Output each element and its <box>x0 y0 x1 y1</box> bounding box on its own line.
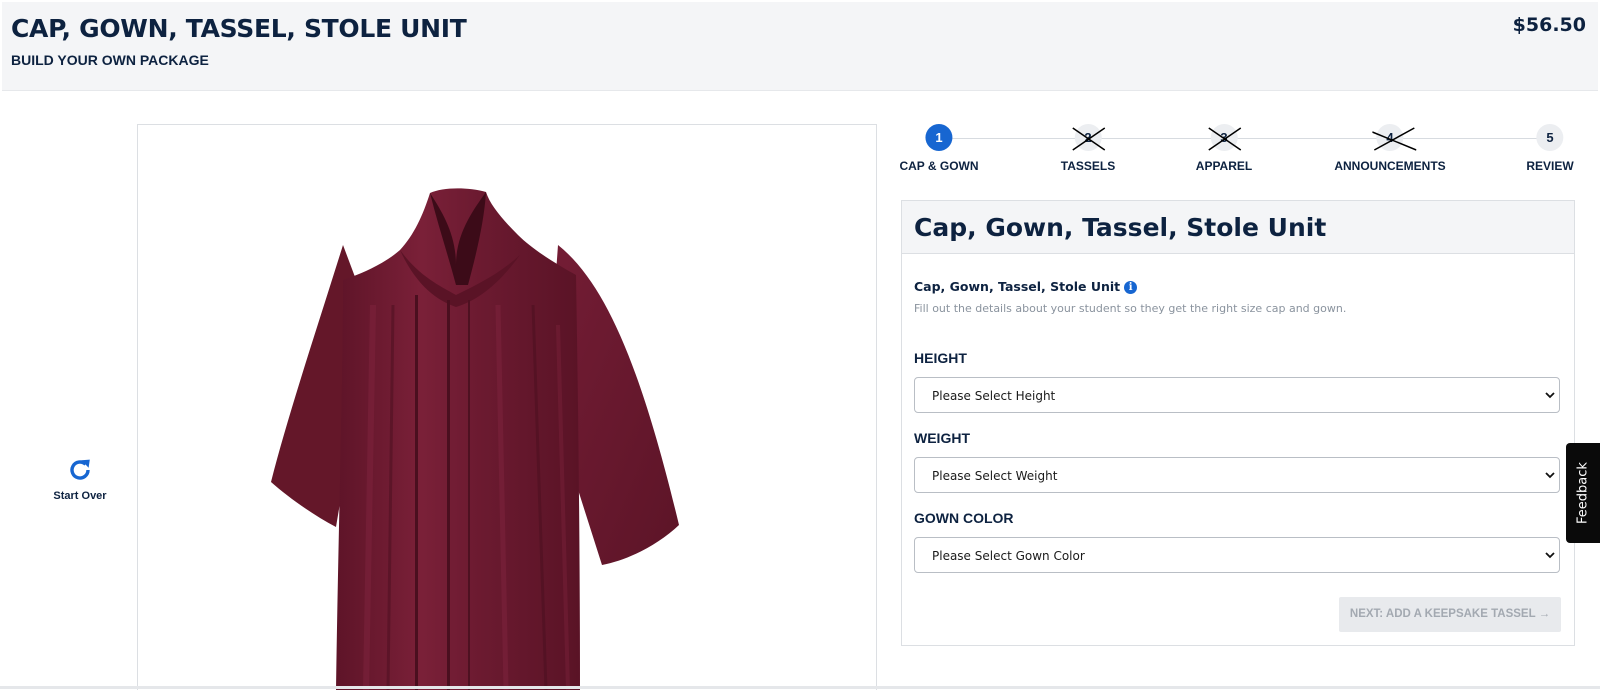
step-tassels[interactable]: 2 TASSELS <box>1061 124 1115 173</box>
package-price: $56.50 <box>1512 14 1586 36</box>
gown-color-select-value: Please Select Gown Color <box>932 549 1085 563</box>
card-title: Cap, Gown, Tassel, Stole Unit <box>914 213 1327 242</box>
chevron-down-icon <box>1545 472 1555 479</box>
product-image-panel <box>137 124 877 690</box>
step-label: REVIEW <box>1526 159 1574 173</box>
step-announcements[interactable]: 4 ANNOUNCEMENTS <box>1334 124 1446 173</box>
weight-label: WEIGHT <box>914 430 970 446</box>
step-number-wrap: 3 <box>1208 124 1241 151</box>
product-options-card: Cap, Gown, Tassel, Stole Unit Cap, Gown,… <box>901 200 1575 646</box>
step-label: CAP & GOWN <box>899 159 979 173</box>
crossed-out-icon <box>1208 127 1241 151</box>
product-description: Fill out the details about your student … <box>914 302 1347 315</box>
product-name: Cap, Gown, Tassel, Stole Unit <box>914 279 1121 294</box>
card-header: Cap, Gown, Tassel, Stole Unit <box>902 201 1574 254</box>
step-label: TASSELS <box>1060 159 1116 173</box>
step-apparel[interactable]: 3 APPAREL <box>1196 124 1252 173</box>
page-header: CAP, GOWN, TASSEL, STOLE UNIT BUILD YOUR… <box>2 2 1598 91</box>
step-number: 1 <box>925 124 953 151</box>
height-label: HEIGHT <box>914 350 967 366</box>
crossed-out-icon <box>1072 127 1105 151</box>
feedback-label: Feedback <box>1575 462 1591 524</box>
page-subtitle: BUILD YOUR OWN PACKAGE <box>11 52 209 68</box>
weight-select-value: Please Select Weight <box>932 469 1058 483</box>
feedback-tab[interactable]: Feedback <box>1566 443 1600 543</box>
step-number-wrap: 4 <box>1372 124 1417 151</box>
step-label: ANNOUNCEMENTS <box>1334 159 1446 173</box>
weight-select[interactable]: Please Select Weight <box>914 457 1560 493</box>
chevron-down-icon <box>1545 552 1555 559</box>
gown-color-label: GOWN COLOR <box>914 510 1014 526</box>
page-title: CAP, GOWN, TASSEL, STOLE UNIT <box>11 14 467 43</box>
refresh-icon <box>70 459 90 480</box>
step-review[interactable]: 5 REVIEW <box>1526 124 1574 173</box>
graduation-gown-image <box>271 188 679 690</box>
crossed-out-icon <box>1372 127 1417 151</box>
height-select-value: Please Select Height <box>932 389 1056 403</box>
gown-color-select[interactable]: Please Select Gown Color <box>914 537 1560 573</box>
checkout-stepper: 1 CAP & GOWN 2 TASSELS 3 APPAREL 4 ANNOU… <box>890 124 1580 176</box>
step-number: 5 <box>1536 124 1564 151</box>
info-icon[interactable]: i <box>1124 281 1138 294</box>
start-over-label: Start Over <box>53 490 107 502</box>
chevron-down-icon <box>1545 392 1555 399</box>
step-cap-and-gown[interactable]: 1 CAP & GOWN <box>899 124 979 173</box>
product-name-row: Cap, Gown, Tassel, Stole Unit i <box>914 279 1138 294</box>
next-add-keepsake-tassel-button[interactable]: NEXT: ADD A KEEPSAKE TASSEL → <box>1339 597 1561 632</box>
step-number-wrap: 2 <box>1072 124 1105 151</box>
height-select[interactable]: Please Select Height <box>914 377 1560 413</box>
step-label: APPAREL <box>1195 159 1253 173</box>
start-over-button[interactable]: Start Over <box>50 456 110 502</box>
